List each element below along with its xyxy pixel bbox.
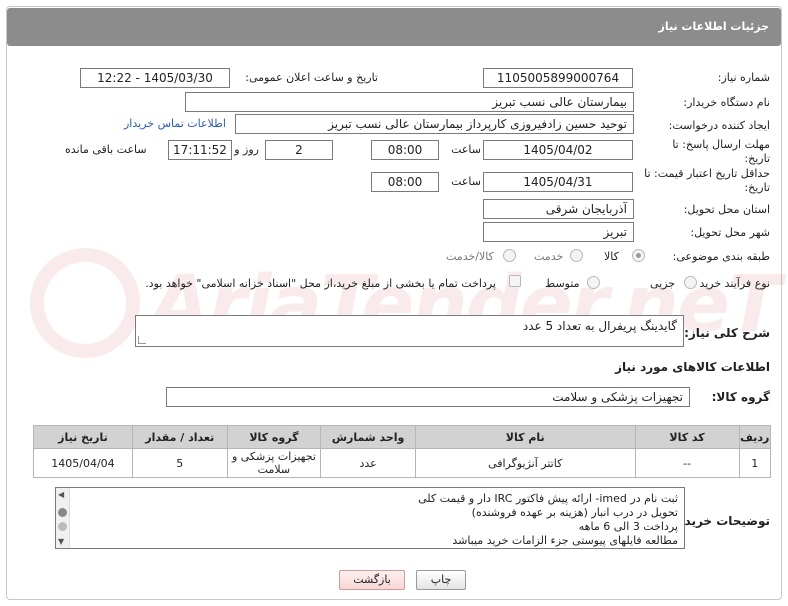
- days-label: روز و: [234, 143, 259, 156]
- process-radio-minor-label: جزیی: [650, 277, 676, 290]
- price-validity-label: حداقل تاریخ اعتبار قیمت: تا تاریخ:: [644, 167, 770, 194]
- treasury-payment-note: پرداخت تمام یا بخشی از مبلغ خرید،از محل …: [145, 277, 496, 290]
- goods-table: ردیف کد کالا نام کالا واحد شمارش گروه کا…: [33, 425, 772, 478]
- cell-need-date: 1405/04/04: [33, 448, 133, 478]
- notes-scrollbar[interactable]: ◀ ▼: [56, 488, 70, 548]
- reply-deadline-time-label: ساعت: [451, 143, 481, 156]
- delivery-province-label: استان محل تحویل:: [683, 203, 770, 216]
- scroll-track-dot: [58, 522, 67, 531]
- reply-deadline-date-field: 1405/04/02: [483, 140, 633, 160]
- category-radio-goods[interactable]: [632, 249, 645, 262]
- buyer-contact-link[interactable]: اطلاعات تماس خریدار: [124, 117, 226, 130]
- requester-field: توحید حسین زادفیروزی کارپرداز بیمارستان …: [235, 114, 634, 134]
- delivery-province-field: آذربایجان شرقی: [483, 199, 634, 219]
- cell-row-number: 1: [738, 448, 772, 478]
- cell-item-group: تجهیزات پزشکی و سلامت: [226, 448, 322, 478]
- print-button[interactable]: چاپ: [416, 570, 466, 590]
- price-validity-time-field: 08:00: [371, 172, 439, 192]
- announce-datetime-label: تاریخ و ساعت اعلان عمومی:: [245, 71, 378, 84]
- description-textarea: گایدینگ پریفرال به تعداد 5 عدد: [135, 315, 684, 347]
- buyer-org-field: بیمارستان عالی نسب تبریز: [185, 92, 634, 112]
- need-number-field: 1105005899000764: [483, 68, 633, 88]
- price-validity-time-label: ساعت: [451, 175, 481, 188]
- scroll-up-icon[interactable]: ◀: [58, 490, 64, 499]
- cell-quantity: 5: [131, 448, 228, 478]
- process-radio-minor[interactable]: [684, 276, 697, 289]
- goods-table-header: ردیف کد کالا نام کالا واحد شمارش گروه کا…: [33, 425, 772, 449]
- price-validity-date-field: 1405/04/31: [483, 172, 633, 192]
- cell-item-code: --: [634, 448, 740, 478]
- days-remaining-field: 2: [265, 140, 333, 160]
- back-button[interactable]: بازگشت: [339, 570, 405, 590]
- category-radio-goods-service[interactable]: [503, 249, 516, 262]
- reply-deadline-time-field: 08:00: [371, 140, 439, 160]
- buyer-note-line: تحویل در درب انبار (هزینه بر عهده فروشند…: [471, 506, 678, 519]
- col-quantity: تعداد / مقدار: [131, 425, 228, 449]
- buyer-note-line: ثبت نام در imed- ارائه پیش فاکتور IRC دا…: [418, 492, 678, 505]
- buyer-org-label: نام دستگاه خریدار:: [683, 96, 770, 109]
- resize-grip-icon[interactable]: [138, 336, 146, 344]
- remaining-time-field: 17:11:52: [168, 140, 232, 160]
- buyer-notes-box: ثبت نام در imed- ارائه پیش فاکتور IRC دا…: [55, 487, 685, 549]
- col-need-date: تاریخ نیاز: [33, 425, 133, 449]
- delivery-city-label: شهر محل تحویل:: [690, 226, 770, 239]
- announce-datetime-field: 1405/03/30 - 12:22: [80, 68, 230, 88]
- goods-section-title: اطلاعات کالاهای مورد نیاز: [615, 360, 770, 374]
- description-label: شرح کلی نیاز:: [684, 326, 770, 340]
- category-radio-goods-label: کالا: [604, 250, 619, 263]
- col-unit: واحد شمارش: [320, 425, 416, 449]
- description-text: گایدینگ پریفرال به تعداد 5 عدد: [522, 319, 677, 333]
- category-radio-service-label: خدمت: [534, 250, 564, 263]
- process-radio-medium-label: متوسط: [545, 277, 580, 290]
- col-item-group: گروه کالا: [226, 425, 322, 449]
- process-radio-medium[interactable]: [587, 276, 600, 289]
- buyer-note-line: مطالعه فایلهای پیوستی جزء الزامات خرید م…: [452, 534, 678, 547]
- category-radio-service[interactable]: [570, 249, 583, 262]
- remaining-time-label: ساعت باقی مانده: [65, 143, 147, 156]
- col-item-name: نام کالا: [414, 425, 636, 449]
- col-row-number: ردیف: [738, 425, 772, 449]
- page-title: جزئیات اطلاعات نیاز: [658, 20, 770, 33]
- category-radio-goods-service-label: کالا/خدمت: [446, 250, 494, 263]
- reply-deadline-label: مهلت ارسال پاسخ: تا تاریخ:: [672, 138, 770, 165]
- goods-group-field: تجهیزات پزشکی و سلامت: [166, 387, 690, 407]
- cell-item-name: کاتتر آنژیوگرافی: [414, 448, 636, 478]
- page-header: جزئیات اطلاعات نیاز: [7, 8, 781, 46]
- requester-label: ایجاد کننده درخواست:: [668, 119, 770, 132]
- table-row: 1 -- کاتتر آنژیوگرافی عدد تجهیزات پزشکی …: [33, 448, 772, 478]
- scroll-down-icon[interactable]: ▼: [58, 537, 64, 546]
- process-label: نوع فرآیند خرید :: [692, 277, 770, 290]
- delivery-city-field: تبریز: [483, 222, 634, 242]
- treasury-payment-checkbox[interactable]: [509, 275, 521, 287]
- category-label: طبقه بندی موضوعی:: [672, 250, 770, 263]
- col-item-code: کد کالا: [634, 425, 740, 449]
- need-number-label: شماره نیاز:: [717, 71, 770, 84]
- goods-group-label: گروه کالا:: [711, 390, 770, 404]
- buyer-note-line: پرداخت 3 الی 6 ماهه: [578, 520, 678, 533]
- cell-unit: عدد: [320, 448, 416, 478]
- scroll-thumb[interactable]: [58, 508, 67, 517]
